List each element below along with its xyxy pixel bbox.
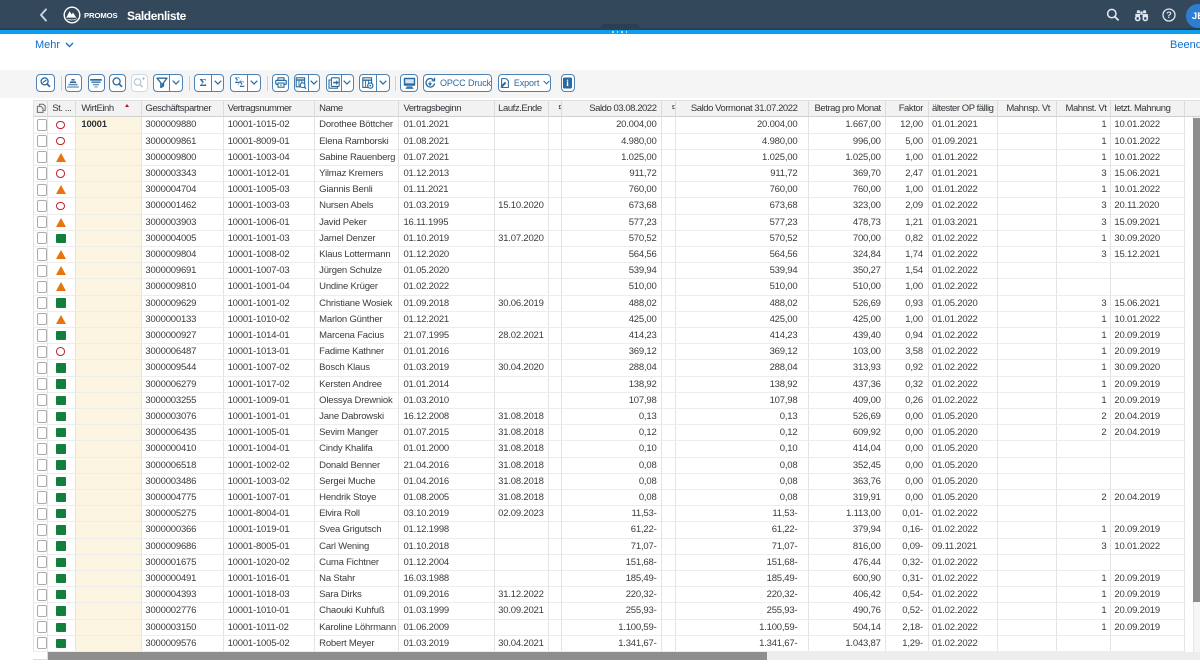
svg-text:?: ? xyxy=(1166,10,1172,20)
